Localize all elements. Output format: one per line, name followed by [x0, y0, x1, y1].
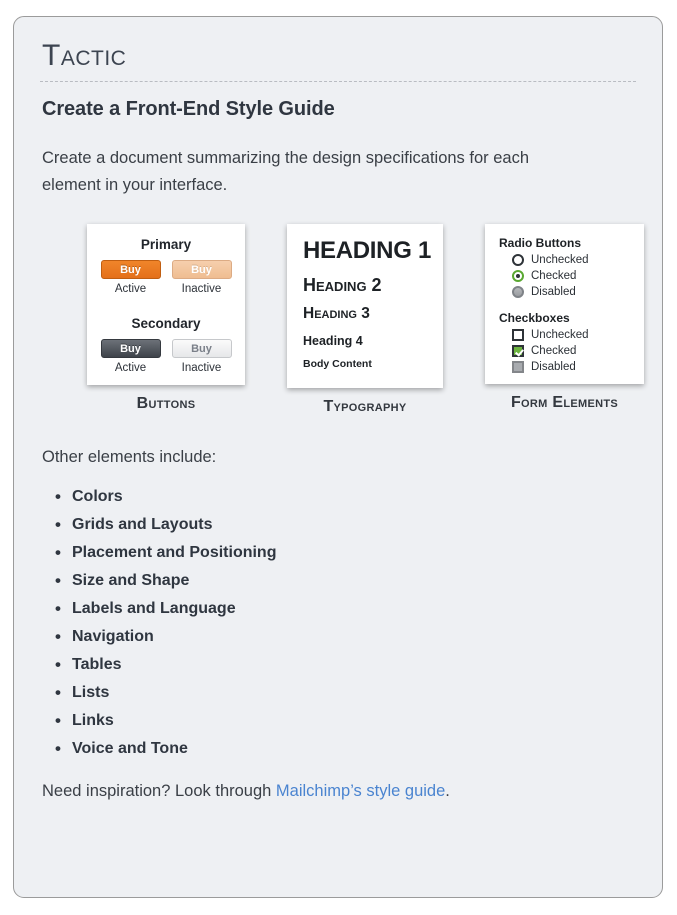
list-item: Lists	[55, 684, 636, 701]
radio-disabled-label: Disabled	[531, 286, 576, 299]
typography-heading-4: Heading 4	[303, 333, 363, 348]
radio-checked-label: Checked	[531, 270, 577, 283]
checkbox-group-title: Checkboxes	[499, 311, 570, 326]
checkbox-row-disabled: Disabled	[499, 361, 644, 374]
secondary-inactive-cell: Buy Inactive	[171, 339, 232, 375]
checkbox-checked-icon[interactable]	[512, 345, 524, 358]
list-item: Placement and Positioning	[55, 544, 636, 561]
page-title: Create a Front-End Style Guide	[42, 98, 335, 120]
secondary-inactive-button: Buy	[171, 339, 232, 359]
typography-spec-card: HEADING 1 Heading 2 Heading 3 Heading 4 …	[287, 224, 443, 389]
primary-active-button[interactable]: Buy	[100, 260, 161, 280]
secondary-group-title: Secondary	[131, 316, 201, 332]
list-item: Links	[55, 712, 636, 729]
list-item: Labels and Language	[55, 600, 636, 617]
inspiration-note: Need inspiration? Look through Mailchimp…	[40, 782, 636, 801]
typography-heading-2: Heading 2	[303, 275, 382, 296]
radio-disabled-icon	[512, 286, 524, 299]
inspiration-suffix: .	[445, 782, 450, 801]
secondary-active-button[interactable]: Buy	[100, 339, 161, 359]
form-elements-card-caption: Form Elements	[510, 394, 618, 412]
intro-paragraph: Create a document summarizing the design…	[42, 149, 529, 194]
secondary-active-state-label: Active	[114, 362, 147, 375]
radio-row-disabled: Disabled	[499, 286, 644, 299]
typography-body-content: Body Content	[303, 357, 372, 370]
list-item: Voice and Tone	[55, 740, 636, 757]
tactic-kicker: Tactic	[42, 39, 127, 72]
typography-heading-3: Heading 3	[303, 305, 370, 323]
secondary-button-pair: Buy Active Buy Inactive	[87, 339, 245, 374]
typography-card-caption: Typography	[323, 398, 407, 416]
radio-checked-icon[interactable]	[512, 270, 524, 283]
checkbox-disabled-label: Disabled	[531, 361, 576, 374]
buttons-card-caption: Buttons	[136, 395, 196, 413]
primary-button-pair: Buy Active Buy Inactive	[87, 260, 245, 295]
other-elements-list: Colors Grids and Layouts Placement and P…	[40, 488, 636, 757]
checkbox-disabled-icon	[512, 361, 524, 374]
list-item: Navigation	[55, 628, 636, 645]
checkbox-row-checked[interactable]: Checked	[499, 345, 644, 358]
primary-inactive-cell: Buy Inactive	[171, 260, 232, 296]
list-item: Tables	[55, 656, 636, 673]
checkbox-unchecked-icon[interactable]	[512, 329, 524, 342]
tactic-panel: Tactic Create a Front-End Style Guide Cr…	[13, 16, 663, 898]
checkbox-checked-label: Checked	[531, 345, 577, 358]
radio-row-unchecked[interactable]: Unchecked	[499, 254, 644, 267]
primary-inactive-button: Buy	[171, 260, 232, 280]
header-divider	[40, 81, 636, 82]
radio-group-title: Radio Buttons	[499, 236, 581, 251]
list-item: Size and Shape	[55, 572, 636, 589]
primary-active-cell: Buy Active	[100, 260, 161, 296]
radio-row-checked[interactable]: Checked	[499, 270, 644, 283]
checkbox-unchecked-label: Unchecked	[531, 329, 589, 342]
primary-group-title: Primary	[140, 237, 192, 253]
secondary-active-cell: Buy Active	[100, 339, 161, 375]
radio-unchecked-label: Unchecked	[531, 254, 589, 267]
typography-heading-1: HEADING 1	[303, 237, 431, 265]
secondary-inactive-state-label: Inactive	[181, 362, 222, 375]
primary-active-state-label: Active	[114, 283, 147, 296]
list-item: Grids and Layouts	[55, 516, 636, 533]
inspiration-prefix: Need inspiration? Look through	[42, 782, 276, 801]
mailchimp-style-guide-link[interactable]: Mailchimp’s style guide	[276, 782, 445, 800]
checkbox-row-unchecked[interactable]: Unchecked	[499, 329, 644, 342]
spec-cards-row: Primary Buy Active Buy Inactive Secondar…	[40, 224, 644, 424]
other-elements-heading: Other elements include:	[42, 448, 217, 467]
form-elements-spec-card: Radio Buttons Unchecked Checked Disabled…	[485, 224, 644, 385]
list-item: Colors	[55, 488, 636, 505]
buttons-spec-card: Primary Buy Active Buy Inactive Secondar…	[87, 224, 245, 386]
radio-unchecked-icon[interactable]	[512, 254, 524, 267]
primary-inactive-state-label: Inactive	[181, 283, 222, 296]
